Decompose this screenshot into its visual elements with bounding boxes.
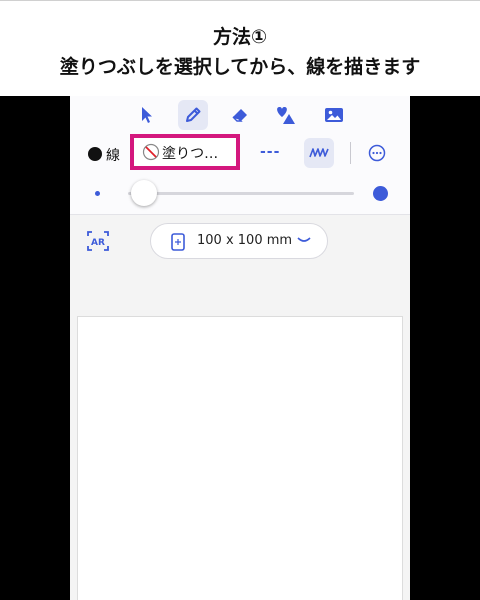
select-tool-button[interactable] [132, 100, 162, 130]
brush-size-max-indicator [373, 186, 388, 201]
eraser-tool-button[interactable] [225, 100, 255, 130]
ar-icon: AR [87, 231, 109, 251]
pointer-icon [142, 107, 152, 123]
eraser-icon [232, 109, 247, 122]
pen-icon [186, 107, 201, 122]
brush-size-min-indicator [95, 191, 100, 196]
drawing-canvas[interactable] [77, 316, 403, 600]
top-divider [0, 0, 480, 1]
image-tool-button[interactable] [319, 100, 349, 130]
dash-style-button[interactable]: --- [260, 144, 280, 160]
drawing-toolbar: 線 塗りつ… --- [70, 96, 410, 215]
toolbar-divider [350, 142, 351, 164]
brush-size-slider-thumb[interactable] [130, 180, 157, 206]
caption-title: 方法① [212, 26, 268, 48]
more-options-button[interactable] [368, 144, 386, 166]
canvas-size-dropdown[interactable]: 100 x 100 mm [150, 223, 328, 259]
shapes-tool-button[interactable] [271, 100, 301, 130]
fill-label: 塗りつ… [162, 146, 219, 162]
chevron-down-icon [297, 237, 311, 242]
stroke-color-swatch[interactable] [88, 147, 102, 161]
caption-subtitle: 塗りつぶしを選択してから、線を描きます [59, 56, 421, 78]
smoothing-button[interactable] [304, 138, 334, 168]
more-options-icon [368, 144, 386, 162]
fill-button[interactable]: 塗りつ… [130, 134, 240, 170]
page-size-icon [171, 233, 185, 251]
canvas-size-label: 100 x 100 mm [197, 233, 293, 248]
shapes-icon [277, 107, 295, 124]
pen-tool-button[interactable] [178, 100, 208, 130]
ar-icon-label: AR [91, 238, 105, 248]
image-icon [325, 108, 343, 122]
app-screen: 線 塗りつ… --- AR 100 x 100 mm [70, 96, 410, 600]
brush-size-slider-track[interactable] [128, 192, 354, 195]
ar-button[interactable]: AR [86, 230, 110, 256]
no-fill-icon [142, 143, 160, 161]
stroke-color-label[interactable]: 線 [106, 145, 120, 165]
smooth-stroke-icon [309, 148, 329, 158]
